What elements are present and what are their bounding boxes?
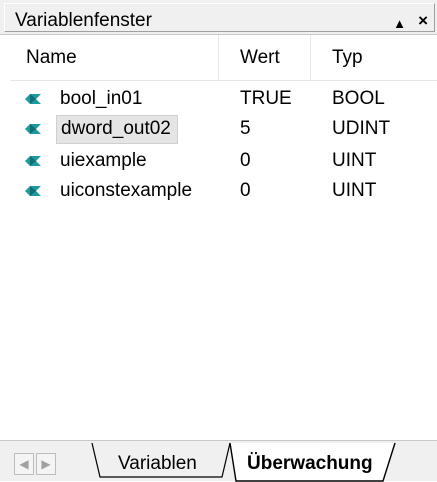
variable-value: TRUE <box>240 88 292 109</box>
variable-value: 0 <box>240 180 251 201</box>
column-header-type[interactable]: Typ <box>332 47 363 69</box>
variable-type: BOOL <box>332 88 385 109</box>
table-row[interactable]: bool_in01 TRUE BOOL <box>10 84 437 114</box>
variable-name: bool_in01 <box>60 88 143 109</box>
column-header-row: Name Wert Typ <box>10 35 437 81</box>
variable-type: UINT <box>332 150 377 171</box>
window-title: Variablenfenster <box>15 10 152 31</box>
column-separator[interactable] <box>310 35 311 80</box>
table-row[interactable]: uiconstexample 0 UINT <box>10 176 437 206</box>
variable-value: 0 <box>240 150 251 171</box>
column-header-value[interactable]: Wert <box>240 47 280 69</box>
scroll-right-icon[interactable]: ▶ <box>36 453 56 475</box>
tab-ueberwachung[interactable]: Überwachung <box>247 453 373 475</box>
variable-icon <box>25 156 41 166</box>
variable-type: UDINT <box>332 118 391 139</box>
variable-type: UINT <box>332 180 377 201</box>
column-header-name[interactable]: Name <box>26 47 77 69</box>
variable-name: dword_out02 <box>56 115 178 144</box>
close-icon[interactable]: × <box>418 11 428 31</box>
scroll-left-icon[interactable]: ◀ <box>14 453 34 475</box>
pin-icon[interactable]: ▲ <box>393 14 406 34</box>
variable-icon <box>25 94 41 104</box>
variable-name: uiconstexample <box>60 180 193 201</box>
column-separator[interactable] <box>218 35 219 80</box>
tab-variablen[interactable]: Variablen <box>118 453 197 475</box>
variable-name: uiexample <box>60 150 147 171</box>
table-row-selected[interactable]: dword_out02 5 UDINT <box>10 114 437 144</box>
table-row[interactable]: uiexample 0 UINT <box>10 146 437 176</box>
window-titlebar: Variablenfenster ▲ × <box>0 0 437 35</box>
title-frame: Variablenfenster ▲ × <box>4 3 435 32</box>
variable-icon <box>25 186 41 196</box>
variable-value: 5 <box>240 118 251 139</box>
variable-window: Variablenfenster ▲ × Name Wert Typ bool_… <box>0 0 437 482</box>
variable-icon <box>25 124 41 134</box>
tab-bar: ◀ ▶ Variablen Überwachung <box>0 440 437 482</box>
